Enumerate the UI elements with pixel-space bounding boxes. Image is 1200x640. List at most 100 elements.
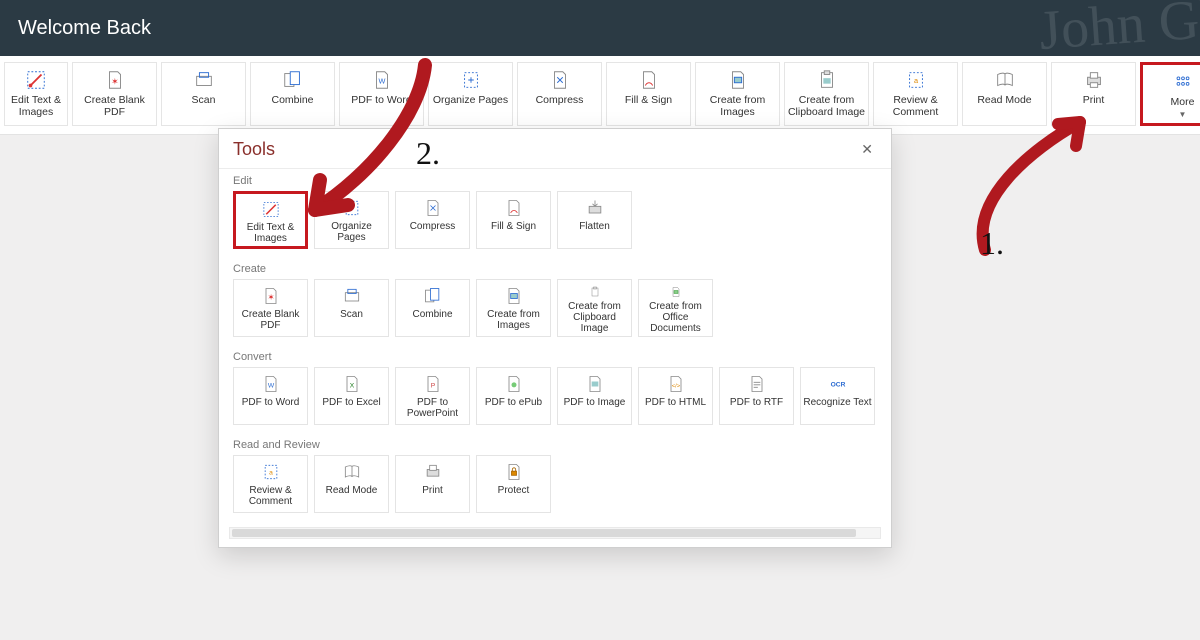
blank-pdf-icon: ✶ [260, 286, 282, 306]
organize-pages-icon [341, 198, 363, 218]
card-create-from-clipboard[interactable]: Create from Clipboard Image [557, 279, 632, 337]
svg-text:OCR: OCR [830, 382, 845, 389]
tool-fill-sign[interactable]: Fill & Sign [606, 62, 691, 126]
review-comment-icon: a [260, 462, 282, 482]
tool-organize-pages[interactable]: Organize Pages [428, 62, 513, 126]
blank-pdf-icon: ✶ [103, 69, 127, 91]
tool-combine[interactable]: Combine [250, 62, 335, 126]
tool-edit-text-images[interactable]: Edit Text & Images [4, 62, 68, 126]
card-organize-pages[interactable]: Organize Pages [314, 191, 389, 249]
print-icon [422, 462, 444, 482]
pdf-to-ppt-icon: P [422, 374, 444, 394]
scan-icon [341, 286, 363, 306]
more-icon [1171, 71, 1195, 93]
create-images-icon [726, 69, 750, 91]
ocr-icon: OCR [827, 374, 849, 394]
card-pdf-to-html[interactable]: </>PDF to HTML [638, 367, 713, 425]
compress-icon [422, 198, 444, 218]
svg-text:✶: ✶ [111, 77, 119, 87]
svg-text:W: W [378, 77, 385, 86]
tool-read-mode[interactable]: Read Mode [962, 62, 1047, 126]
annotation-step-1: 1. [980, 225, 1004, 262]
review-comment-icon: a [904, 69, 928, 91]
card-create-blank-pdf[interactable]: ✶ Create Blank PDF [233, 279, 308, 337]
tool-create-blank-pdf[interactable]: ✶ Create Blank PDF [72, 62, 157, 126]
tool-scan[interactable]: Scan [161, 62, 246, 126]
tool-create-from-images[interactable]: Create from Images [695, 62, 780, 126]
card-pdf-to-epub[interactable]: PDF to ePub [476, 367, 551, 425]
section-read-review: Read and Review aReview & Comment Read M… [219, 433, 891, 521]
close-button[interactable]: ✕ [857, 139, 877, 160]
popup-header: Tools ✕ [219, 129, 891, 169]
card-review-comment[interactable]: aReview & Comment [233, 455, 308, 513]
decorative-signature: John Gle [1037, 0, 1200, 63]
popup-title: Tools [233, 139, 275, 160]
card-create-from-images[interactable]: Create from Images [476, 279, 551, 337]
card-compress[interactable]: Compress [395, 191, 470, 249]
card-flatten[interactable]: Flatten [557, 191, 632, 249]
pdf-to-rtf-icon [746, 374, 768, 394]
svg-text:W: W [267, 382, 274, 389]
protect-icon [503, 462, 525, 482]
card-fill-sign[interactable]: Fill & Sign [476, 191, 551, 249]
svg-text:P: P [430, 382, 435, 389]
section-convert: Convert WPDF to Word XPDF to Excel PPDF … [219, 345, 891, 433]
tool-more[interactable]: More ▼ [1140, 62, 1200, 126]
chevron-down-icon: ▼ [1179, 111, 1187, 120]
svg-text:a: a [269, 470, 273, 477]
scan-icon [192, 69, 216, 91]
flatten-icon [584, 198, 606, 218]
card-pdf-to-rtf[interactable]: PDF to RTF [719, 367, 794, 425]
edit-text-icon [260, 200, 282, 219]
office-doc-icon [665, 286, 687, 298]
tools-popup: Tools ✕ Edit Edit Text & Images Organize… [218, 128, 892, 548]
svg-text:a: a [913, 76, 918, 85]
quick-toolbar: Edit Text & Images ✶ Create Blank PDF Sc… [0, 56, 1200, 135]
card-combine[interactable]: Combine [395, 279, 470, 337]
pdf-to-html-icon: </> [665, 374, 687, 394]
card-print[interactable]: Print [395, 455, 470, 513]
pdf-to-image-icon [584, 374, 606, 394]
read-mode-icon [993, 69, 1017, 91]
tool-review-comment[interactable]: a Review & Comment [873, 62, 958, 126]
pdf-to-epub-icon [503, 374, 525, 394]
card-recognize-text[interactable]: OCRRecognize Text [800, 367, 875, 425]
card-create-from-office[interactable]: Create from Office Documents [638, 279, 713, 337]
edit-text-icon [24, 69, 48, 91]
card-pdf-to-word[interactable]: WPDF to Word [233, 367, 308, 425]
clipboard-image-icon [815, 69, 839, 91]
clipboard-image-icon [584, 286, 606, 298]
card-scan[interactable]: Scan [314, 279, 389, 337]
tool-create-from-clipboard[interactable]: Create from Clipboard Image [784, 62, 869, 126]
compress-icon [548, 69, 572, 91]
fill-sign-icon [637, 69, 661, 91]
popup-horizontal-scrollbar[interactable] [229, 527, 881, 539]
card-protect[interactable]: Protect [476, 455, 551, 513]
pdf-to-word-icon: W [370, 69, 394, 91]
card-pdf-to-excel[interactable]: XPDF to Excel [314, 367, 389, 425]
section-edit: Edit Edit Text & Images Organize Pages C… [219, 169, 891, 257]
svg-text:</>: </> [671, 383, 680, 389]
scroll-thumb[interactable] [232, 529, 856, 537]
print-icon [1082, 69, 1106, 91]
pdf-to-excel-icon: X [341, 374, 363, 394]
tool-pdf-to-word[interactable]: W PDF to Word [339, 62, 424, 126]
tool-compress[interactable]: Compress [517, 62, 602, 126]
pdf-to-word-icon: W [260, 374, 282, 394]
create-images-icon [503, 286, 525, 306]
card-pdf-to-powerpoint[interactable]: PPDF to PowerPoint [395, 367, 470, 425]
tool-print[interactable]: Print [1051, 62, 1136, 126]
combine-icon [281, 69, 305, 91]
fill-sign-icon [503, 198, 525, 218]
combine-icon [422, 286, 444, 306]
card-read-mode[interactable]: Read Mode [314, 455, 389, 513]
page-title: Welcome Back [18, 17, 151, 40]
card-pdf-to-image[interactable]: PDF to Image [557, 367, 632, 425]
organize-pages-icon [459, 69, 483, 91]
app-header: Welcome Back John Gle [0, 0, 1200, 56]
card-edit-text-images[interactable]: Edit Text & Images [233, 191, 308, 249]
section-create: Create ✶ Create Blank PDF Scan Combine C… [219, 257, 891, 345]
read-mode-icon [341, 462, 363, 482]
svg-text:X: X [349, 382, 354, 389]
svg-text:✶: ✶ [267, 292, 274, 302]
